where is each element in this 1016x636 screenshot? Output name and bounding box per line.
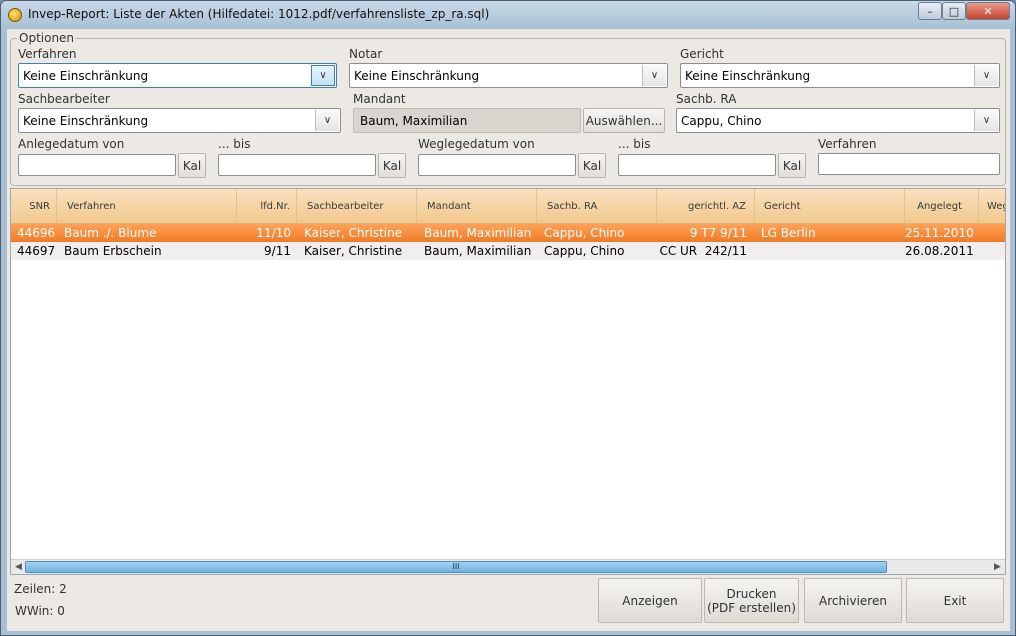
- chevron-down-icon[interactable]: ∨: [642, 65, 666, 86]
- archivieren-button[interactable]: Archivieren: [804, 578, 902, 623]
- maximize-icon: □: [948, 4, 960, 18]
- sachbearbeiter-combo[interactable]: Keine Einschränkung ∨: [18, 108, 341, 133]
- column-header-gericht[interactable]: Gericht: [755, 189, 905, 224]
- cell-lfd-nr: 11/10: [256, 226, 291, 240]
- table-header: SNR Verfahren lfd.Nr. Sachbearbeiter Man…: [11, 189, 1005, 224]
- drucken-button[interactable]: Drucken (PDF erstellen): [704, 578, 799, 623]
- window-title: Invep-Report: Liste der Akten (Hilfedate…: [28, 7, 490, 21]
- verfahren-label: Verfahren: [18, 47, 77, 61]
- weglegedatum-bis-input[interactable]: [618, 154, 776, 176]
- cell-snr: 44697: [17, 244, 56, 258]
- verfahren-text-input[interactable]: [818, 153, 1000, 175]
- weglegedatum-bis-label: ... bis: [618, 137, 651, 151]
- cell-mandant: Baum, Maximilian: [424, 226, 532, 240]
- column-header-sachb-ra[interactable]: Sachb. RA: [537, 189, 657, 224]
- close-button[interactable]: ✕: [966, 2, 1010, 20]
- cell-snr: 44696: [17, 226, 56, 240]
- anlegedatum-von-kal-button[interactable]: Kal: [178, 153, 206, 178]
- drucken-label: Drucken: [726, 586, 777, 601]
- scroll-right-icon[interactable]: ▶: [991, 561, 1004, 573]
- app-icon: [8, 8, 22, 22]
- rows-count: Zeilen: 2: [14, 582, 67, 596]
- cell-sachb-ra: Cappu, Chino: [544, 244, 625, 258]
- drucken-sublabel: (PDF erstellen): [707, 600, 796, 615]
- anlegedatum-von-input[interactable]: [18, 154, 176, 176]
- anlegedatum-bis-input[interactable]: [218, 154, 376, 176]
- mandant-label: Mandant: [353, 92, 406, 106]
- anzeigen-label: Anzeigen: [622, 593, 678, 608]
- weglegedatum-von-kal-button[interactable]: Kal: [578, 153, 606, 178]
- cell-gerichtl-az: CC UR 242/11: [659, 244, 747, 258]
- anlegedatum-von-label: Anlegedatum von: [18, 137, 125, 151]
- options-legend: Optionen: [17, 31, 77, 45]
- cell-angelegt: 25.11.2010: [905, 226, 973, 240]
- minimize-icon: –: [927, 4, 933, 18]
- cell-verfahren: Baum ./. Blume: [64, 226, 157, 240]
- anzeigen-button[interactable]: Anzeigen: [598, 578, 702, 623]
- cell-gericht: LG Berlin: [761, 226, 816, 240]
- mandant-field: Baum, Maximilian: [353, 108, 581, 133]
- notar-combo[interactable]: Keine Einschränkung ∨: [349, 63, 668, 88]
- cell-mandant: Baum, Maximilian: [424, 244, 532, 258]
- exit-button[interactable]: Exit: [906, 578, 1004, 623]
- chevron-down-icon[interactable]: ∨: [315, 110, 339, 131]
- mandant-value: Baum, Maximilian: [360, 114, 468, 128]
- notar-label: Notar: [349, 47, 383, 61]
- column-header-angelegt[interactable]: Angelegt: [905, 189, 979, 224]
- archivieren-label: Archivieren: [819, 593, 887, 608]
- cell-gerichtl-az: 9 T7 9/11: [689, 226, 747, 240]
- anlegedatum-bis-label: ... bis: [218, 137, 251, 151]
- results-table[interactable]: SNR Verfahren lfd.Nr. Sachbearbeiter Man…: [10, 188, 1006, 575]
- cell-lfd-nr: 9/11: [264, 244, 291, 258]
- verfahren-combo[interactable]: Keine Einschränkung ∨: [18, 63, 337, 88]
- sachb-ra-value: Cappu, Chino: [681, 114, 762, 128]
- notar-value: Keine Einschränkung: [354, 69, 480, 83]
- scroll-left-icon[interactable]: ◀: [12, 561, 25, 573]
- cell-angelegt: 26.08.2011: [905, 244, 973, 258]
- cell-sachb-ra: Cappu, Chino: [544, 226, 625, 240]
- cell-sachbearbeiter: Kaiser, Christine: [304, 226, 403, 240]
- table-row[interactable]: 44697 Baum Erbschein 9/11 Kaiser, Christ…: [11, 242, 1005, 260]
- weglegedatum-von-label: Weglegedatum von: [418, 137, 535, 151]
- close-icon: ✕: [983, 4, 993, 18]
- weglegedatum-bis-kal-button[interactable]: Kal: [778, 153, 806, 178]
- title-bar[interactable]: Invep-Report: Liste der Akten (Hilfedate…: [1, 1, 1015, 29]
- weglegedatum-von-input[interactable]: [418, 154, 576, 176]
- horizontal-scrollbar[interactable]: ◀ III ▶: [11, 559, 1005, 574]
- scroll-grip: III: [452, 562, 460, 571]
- column-header-lfd-nr[interactable]: lfd.Nr.: [237, 189, 297, 224]
- gericht-label: Gericht: [680, 47, 724, 61]
- client-area: Optionen Verfahren Keine Einschränkung ∨…: [7, 29, 1010, 631]
- sachb-ra-label: Sachb. RA: [676, 92, 737, 106]
- verfahren-value: Keine Einschränkung: [23, 69, 149, 83]
- cell-verfahren: Baum Erbschein: [64, 244, 162, 258]
- column-header-snr[interactable]: SNR: [11, 189, 57, 224]
- anlegedatum-bis-kal-button[interactable]: Kal: [378, 153, 406, 178]
- column-header-sachbearbeiter[interactable]: Sachbearbeiter: [297, 189, 417, 224]
- gericht-value: Keine Einschränkung: [685, 69, 811, 83]
- column-header-mandant[interactable]: Mandant: [417, 189, 537, 224]
- chevron-down-icon[interactable]: ∨: [974, 65, 998, 86]
- cell-sachbearbeiter: Kaiser, Christine: [304, 244, 403, 258]
- scroll-thumb[interactable]: III: [25, 561, 887, 573]
- minimize-button[interactable]: –: [918, 2, 942, 20]
- chevron-down-icon[interactable]: ∨: [974, 110, 998, 131]
- gericht-combo[interactable]: Keine Einschränkung ∨: [680, 63, 1000, 88]
- wwin-status: WWin: 0: [15, 604, 65, 618]
- column-header-weg[interactable]: Weg: [979, 189, 1005, 224]
- chevron-down-icon[interactable]: ∨: [311, 65, 335, 86]
- column-header-verfahren[interactable]: Verfahren: [57, 189, 237, 224]
- maximize-button[interactable]: □: [942, 2, 966, 20]
- app-window: Invep-Report: Liste der Akten (Hilfedate…: [0, 0, 1016, 636]
- sachbearbeiter-label: Sachbearbeiter: [18, 92, 110, 106]
- column-header-gerichtl-az[interactable]: gerichtl. AZ: [657, 189, 755, 224]
- sachb-ra-combo[interactable]: Cappu, Chino ∨: [676, 108, 1000, 133]
- exit-label: Exit: [943, 593, 967, 608]
- verfahren-text-label: Verfahren: [818, 137, 877, 151]
- table-row-selected[interactable]: 44696 Baum ./. Blume 11/10 Kaiser, Chris…: [11, 224, 1005, 242]
- mandant-select-button[interactable]: Auswählen...: [583, 108, 665, 133]
- sachbearbeiter-value: Keine Einschränkung: [23, 114, 149, 128]
